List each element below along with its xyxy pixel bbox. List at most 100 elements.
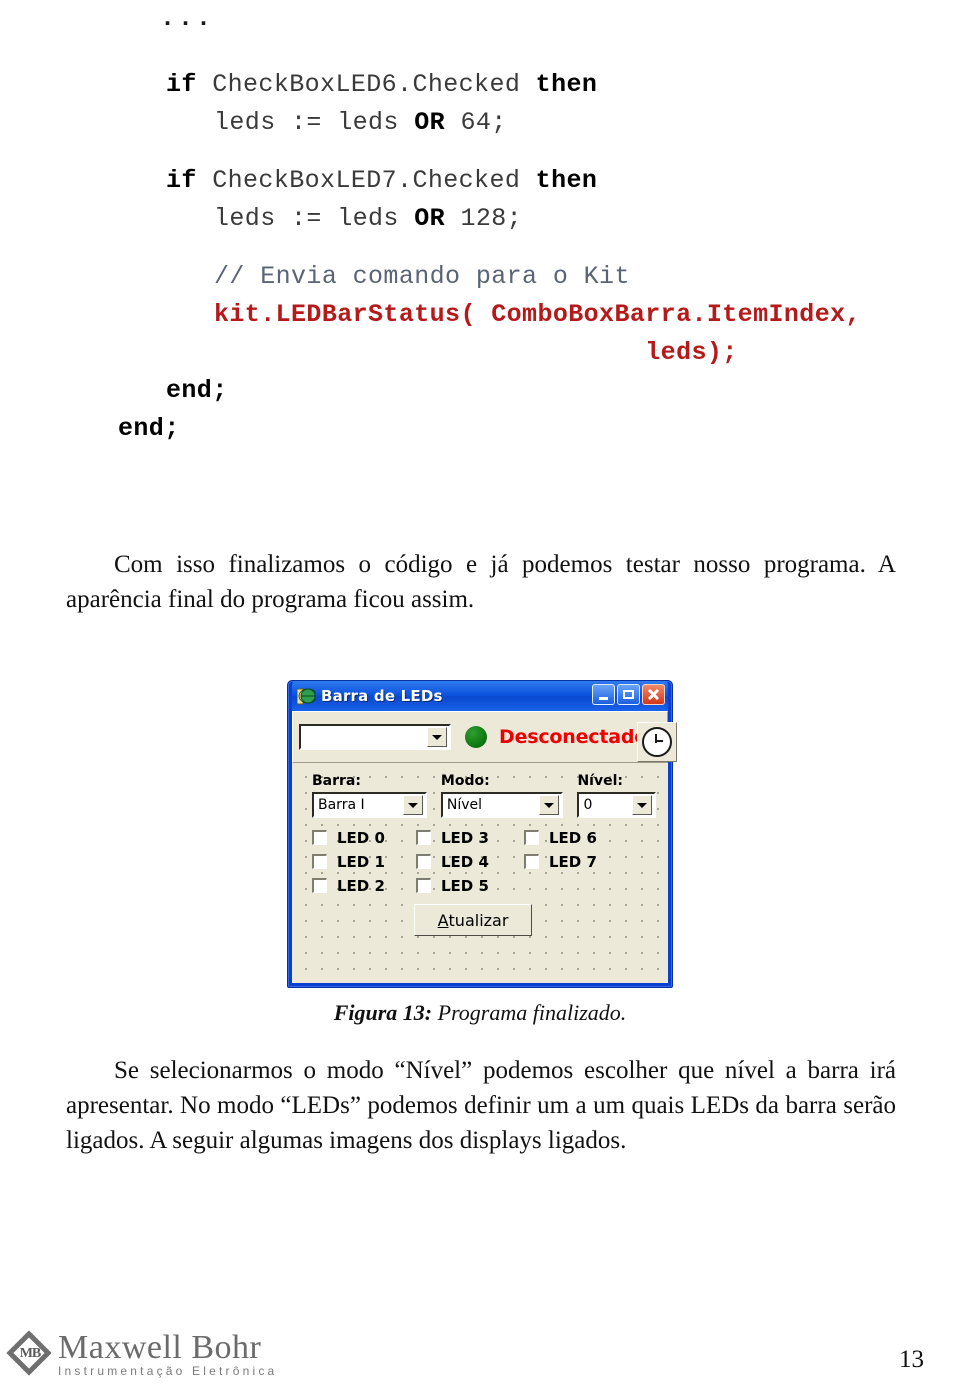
form-surface: Barra: Barra I Modo: Nível Nível: 0 LED … bbox=[292, 763, 668, 983]
connection-panel: Desconectado bbox=[292, 711, 677, 763]
field-modo: Modo: Nível bbox=[440, 773, 564, 818]
close-icon bbox=[647, 688, 660, 701]
logo-subtitle: Instrumentação Eletrônica bbox=[58, 1364, 278, 1378]
led-checkbox-item[interactable]: LED 7 bbox=[524, 850, 624, 873]
connection-status-label: Desconectado bbox=[499, 726, 648, 748]
update-button[interactable]: Atualizar bbox=[414, 904, 532, 936]
led-column-1: LED 0 LED 1 LED 2 bbox=[312, 826, 416, 897]
code-line: end; bbox=[0, 372, 960, 410]
minimize-button[interactable] bbox=[592, 684, 615, 705]
chevron-down-icon[interactable] bbox=[539, 795, 560, 815]
code-token: OR bbox=[414, 204, 446, 233]
page-number: 13 bbox=[899, 1346, 924, 1373]
maximize-button[interactable] bbox=[617, 684, 640, 705]
led-checkbox-label: LED 0 bbox=[337, 828, 385, 847]
logo-diamond-icon: MB bbox=[6, 1330, 52, 1376]
field-nivel: Nível: 0 bbox=[577, 773, 656, 818]
figure-caption-text: Programa finalizado. bbox=[432, 1000, 627, 1025]
paragraph-intro-text: Com isso finalizamos o código e já podem… bbox=[66, 551, 896, 613]
checkbox-icon[interactable] bbox=[312, 878, 327, 893]
code-token: 128; bbox=[445, 204, 523, 233]
led-column-2: LED 3 LED 4 LED 5 bbox=[416, 826, 524, 897]
led-checkbox-label: LED 1 bbox=[337, 852, 385, 871]
code-token: OR bbox=[414, 108, 446, 137]
selector-row: Barra: Barra I Modo: Nível Nível: 0 bbox=[304, 773, 656, 818]
chevron-down-icon[interactable] bbox=[402, 795, 423, 815]
led-checkbox-item[interactable]: LED 4 bbox=[416, 850, 524, 873]
modo-combobox-value: Nível bbox=[446, 797, 483, 813]
led-checkbox-label: LED 4 bbox=[441, 852, 489, 871]
barra-combobox-value: Barra I bbox=[318, 797, 365, 813]
code-token: leds := leds bbox=[214, 108, 415, 137]
app-window: Barra de LEDs Desconectado Barra: Barra … bbox=[287, 680, 677, 988]
document-page: ... if CheckBoxLED6.Checked then leds := … bbox=[0, 0, 960, 1390]
nivel-combobox-value: 0 bbox=[583, 797, 593, 813]
action-row: Atualizar bbox=[304, 904, 656, 936]
led-checkbox-label: LED 7 bbox=[549, 852, 597, 871]
timer-button[interactable] bbox=[637, 722, 677, 762]
page-footer: MB Maxwell Bohr Instrumentação Eletrônic… bbox=[0, 1330, 960, 1390]
code-line: if CheckBoxLED7.Checked then bbox=[0, 162, 960, 200]
port-combobox[interactable] bbox=[299, 724, 451, 750]
code-line: end; bbox=[0, 410, 960, 448]
code-token: leds); bbox=[214, 338, 738, 367]
company-logo: MB Maxwell Bohr Instrumentação Eletrônic… bbox=[6, 1329, 278, 1379]
checkbox-icon[interactable] bbox=[524, 830, 539, 845]
code-token: then bbox=[520, 166, 598, 195]
close-button[interactable] bbox=[642, 684, 665, 705]
field-barra: Barra: Barra I bbox=[312, 773, 427, 818]
field-modo-label: Modo: bbox=[440, 773, 490, 789]
code-token: end; bbox=[166, 376, 228, 405]
window-client-area: Desconectado Barra: Barra I Modo: Nível … bbox=[292, 711, 677, 983]
led-checkbox-label: LED 3 bbox=[441, 828, 489, 847]
chevron-down-icon[interactable] bbox=[631, 795, 652, 815]
update-button-accel: A bbox=[437, 910, 449, 930]
code-token: then bbox=[520, 70, 598, 99]
checkbox-icon[interactable] bbox=[312, 830, 327, 845]
code-line: leds := leds OR 64; bbox=[0, 104, 960, 142]
checkbox-icon[interactable] bbox=[312, 854, 327, 869]
chevron-down-icon[interactable] bbox=[427, 727, 447, 747]
led-checkbox-item[interactable]: LED 3 bbox=[416, 826, 524, 849]
led-checkbox-item[interactable]: LED 1 bbox=[312, 850, 416, 873]
led-checkbox-item[interactable]: LED 2 bbox=[312, 874, 416, 897]
led-checkbox-label: LED 5 bbox=[441, 876, 489, 895]
connection-status-indicator bbox=[465, 726, 487, 748]
code-gap bbox=[0, 238, 960, 258]
logo-name: Maxwell Bohr bbox=[58, 1329, 262, 1366]
maximize-icon bbox=[623, 690, 634, 699]
led-checkbox-item[interactable]: LED 0 bbox=[312, 826, 416, 849]
field-barra-label: Barra: bbox=[312, 773, 361, 789]
logo-monogram: MB bbox=[19, 1346, 42, 1361]
globe-icon bbox=[296, 687, 318, 706]
figure-caption: Figura 13: Programa finalizado. bbox=[0, 1000, 960, 1026]
checkbox-icon[interactable] bbox=[416, 878, 431, 893]
code-gap bbox=[0, 142, 960, 162]
barra-combobox[interactable]: Barra I bbox=[312, 792, 427, 818]
clock-icon bbox=[642, 727, 672, 757]
code-token: if bbox=[166, 166, 213, 195]
update-button-label: tualizar bbox=[448, 910, 509, 930]
figure-caption-label: Figura 13: bbox=[333, 1000, 433, 1025]
led-checkbox-label: LED 2 bbox=[337, 876, 385, 895]
led-checkbox-item[interactable]: LED 6 bbox=[524, 826, 624, 849]
code-line: // Envia comando para o Kit bbox=[0, 258, 960, 296]
figure-screenshot: Barra de LEDs Desconectado Barra: Barra … bbox=[287, 680, 677, 988]
code-token: 64; bbox=[445, 108, 507, 137]
code-token: leds := leds bbox=[214, 204, 415, 233]
led-checkbox-grid: LED 0 LED 1 LED 2 LED 3 LED 4 LED 5 LED 6 LED… bbox=[304, 826, 656, 897]
checkbox-icon[interactable] bbox=[416, 854, 431, 869]
checkbox-icon[interactable] bbox=[416, 830, 431, 845]
code-token: kit.LEDBarStatus( ComboBoxBarra.ItemInde… bbox=[214, 300, 861, 329]
checkbox-icon[interactable] bbox=[524, 854, 539, 869]
led-checkbox-item[interactable]: LED 5 bbox=[416, 874, 524, 897]
window-controls bbox=[592, 684, 665, 705]
modo-combobox[interactable]: Nível bbox=[440, 792, 564, 818]
code-line-ellipsis: ... bbox=[160, 4, 215, 33]
code-line: leds := leds OR 128; bbox=[0, 200, 960, 238]
logo-text: Maxwell Bohr Instrumentação Eletrônica bbox=[58, 1329, 278, 1379]
code-line: kit.LEDBarStatus( ComboBoxBarra.ItemInde… bbox=[0, 296, 960, 334]
window-titlebar[interactable]: Barra de LEDs bbox=[292, 681, 668, 711]
minimize-icon bbox=[599, 696, 608, 700]
nivel-combobox[interactable]: 0 bbox=[577, 792, 656, 818]
